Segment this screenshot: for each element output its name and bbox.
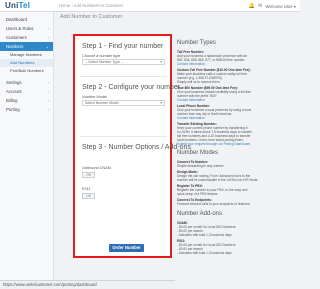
number-type-select[interactable]: -- Select Number Type -- ▾ — [82, 59, 165, 65]
step2-title: Step 2 - Configure your number — [82, 84, 181, 91]
chevron-right-icon: › — [47, 80, 49, 85]
top-bar: UniTel Home › Add Numbers to Customer 🔔 … — [0, 0, 300, 12]
info-line: quick setup of a PBX feature. — [177, 192, 219, 196]
info-line: Simply call us to reserve them. — [177, 80, 221, 84]
chevron-right-icon: › — [47, 26, 49, 31]
step3-title: Step 3 - Number Options / Add-ons — [82, 144, 191, 151]
chevron-down-icon: ⌄ — [45, 44, 49, 49]
status-bar-url: https://www.unitelcustomer.com/porting/d… — [0, 280, 175, 289]
outbound-cnam-label: Outbound CNAM — [82, 166, 111, 170]
contact-link[interactable]: Contact Information — [177, 116, 205, 120]
info-line: number will be customizable in the UniTe… — [177, 178, 259, 182]
number-modes-title: Number Modes — [177, 150, 219, 156]
chevron-right-icon: › — [47, 98, 49, 103]
e911-label: E911 — [82, 187, 91, 191]
order-form-card: Step 1 - Find your number Choose a numbe… — [73, 34, 191, 258]
sidebar-item-billing[interactable]: Billing › — [0, 96, 53, 105]
info-line: - Activates with total 1-3 business days — [177, 251, 232, 255]
bell-icon[interactable]: 🔔 — [249, 3, 255, 9]
sidebar-item-porting[interactable]: Porting › — [0, 105, 53, 114]
info-line: Forward inbound calls to your endpoints … — [177, 202, 251, 206]
user-menu[interactable]: Welcome User ▾ — [265, 4, 296, 9]
sidebar-item-customers[interactable]: Customers › — [0, 33, 53, 42]
sidebar-item-users-roles[interactable]: Users & Roles › — [0, 24, 53, 33]
outbound-cnam-toggle[interactable]: Off — [82, 172, 95, 178]
caret-down-icon: ▾ — [160, 60, 162, 64]
info-line: Simple forwarding to any number — [177, 164, 224, 168]
caret-down-icon: ▾ — [160, 101, 162, 105]
sidebar-item-numbers[interactable]: Numbers ⌄ — [0, 42, 53, 51]
divider — [80, 136, 167, 137]
porting-dashboard-link[interactable]: Submit your request through our Porting … — [177, 142, 250, 146]
chevron-right-icon: › — [47, 107, 49, 112]
step1-title: Step 1 - Find your number — [82, 43, 164, 50]
number-model-select[interactable]: Select Number Model ▾ — [82, 100, 165, 106]
sidebar-subitem-add-numbers[interactable]: Add Numbers — [0, 59, 53, 67]
contact-link[interactable]: Contact Information — [177, 98, 205, 102]
sidebar-item-settings[interactable]: Settings › — [0, 78, 53, 87]
number-type-label: Choose a number type — [82, 54, 121, 58]
sidebar: Dashboard Users & Roles › Customers › Numb… — [0, 12, 54, 289]
number-addons-title: Number Add-ons — [177, 211, 223, 217]
sidebar-subitem-port-numbers[interactable]: Port/Bulk Numbers — [0, 67, 53, 75]
sidebar-item-dashboard[interactable]: Dashboard — [0, 15, 53, 24]
order-number-button[interactable]: Order Number — [109, 244, 144, 252]
contact-link[interactable]: Contact Information — [177, 62, 205, 66]
sidebar-subitem-manage-numbers[interactable]: Manage Numbers — [0, 51, 53, 59]
info-line: - Activates with total 1-3 business days — [177, 233, 232, 237]
divider — [80, 76, 167, 77]
page-title: Add Number to Customer — [60, 14, 123, 20]
e911-toggle[interactable]: Off — [82, 193, 95, 199]
breadcrumb[interactable]: Home › Add Numbers to Customer — [59, 3, 123, 8]
number-types-title: Number Types — [177, 40, 216, 46]
sidebar-item-account[interactable]: Account › — [0, 87, 53, 96]
envelope-icon[interactable]: ✉ — [258, 3, 262, 9]
chevron-right-icon: › — [47, 89, 49, 94]
number-model-label: Number Model — [82, 95, 107, 99]
chevron-right-icon: › — [47, 35, 49, 40]
top-right-controls: 🔔 ✉ Welcome User ▾ — [249, 3, 296, 9]
unitel-logo[interactable]: UniTel — [5, 1, 30, 10]
